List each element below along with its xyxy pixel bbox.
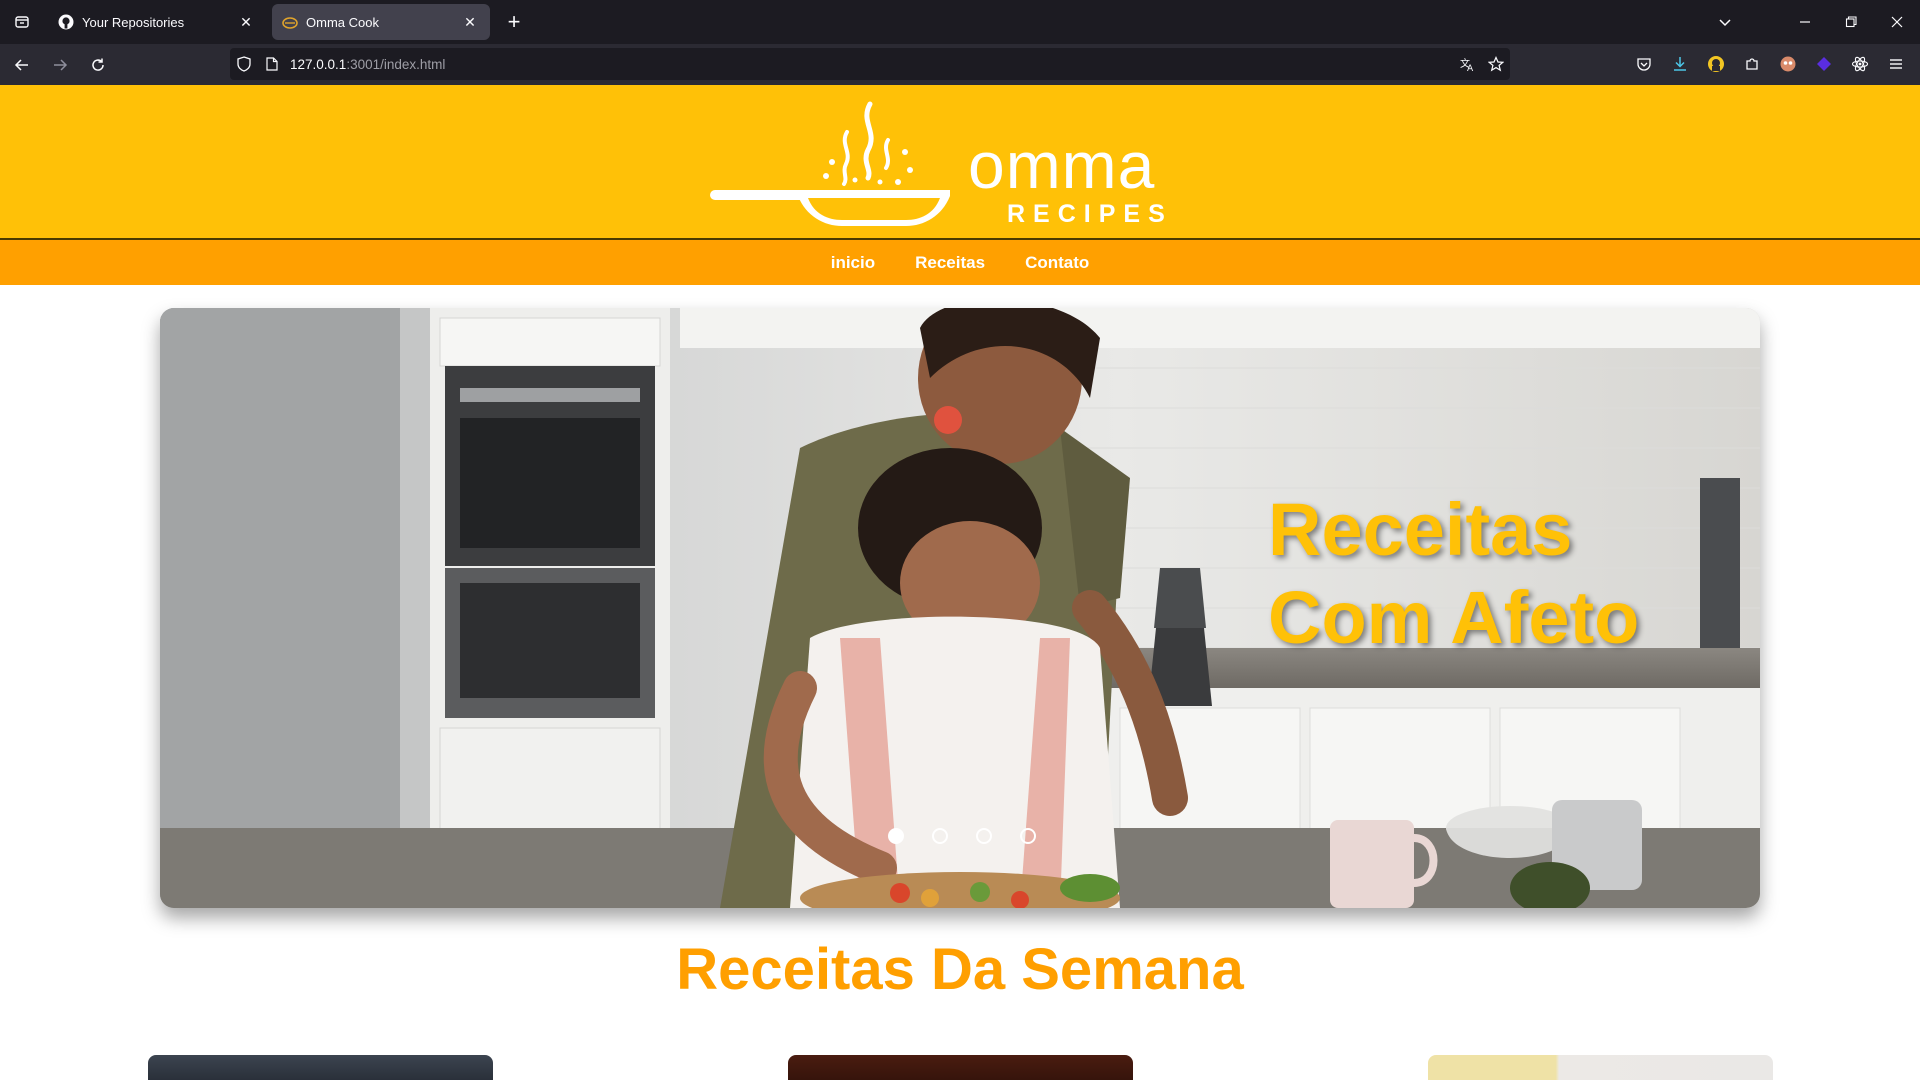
chevron-down-icon[interactable] — [1702, 0, 1748, 44]
browser-toolbar-right — [1626, 48, 1914, 80]
extension-face-icon[interactable] — [1770, 48, 1806, 80]
omma-cook-favicon — [282, 14, 298, 30]
tab-omma-cook[interactable]: Omma Cook ✕ — [272, 4, 490, 40]
forward-arrow-icon[interactable] — [44, 49, 76, 81]
close-tab-icon[interactable]: ✕ — [460, 12, 480, 32]
back-arrow-icon[interactable] — [6, 49, 38, 81]
web-page: omma RECIPES inicio Receitas Contato Rec… — [0, 85, 1920, 1080]
url-text[interactable]: 127.0.0.1:3001/index.html — [290, 57, 445, 72]
shield-icon[interactable] — [230, 48, 258, 80]
tab-title: Omma Cook — [306, 14, 379, 30]
new-tab-icon[interactable]: + — [498, 6, 530, 38]
pocket-icon[interactable] — [1626, 48, 1662, 80]
section-title-receitas-da-semana: Receitas Da Semana — [676, 937, 1244, 1002]
carousel-dot-1[interactable] — [888, 828, 904, 844]
translate-icon[interactable]: 文A — [1454, 48, 1482, 80]
hero-title: Receitas Com Afeto — [1268, 486, 1639, 662]
hero-title-line2: Com Afeto — [1268, 576, 1640, 659]
omma-recipes-logo[interactable]: omma RECIPES — [710, 92, 1210, 232]
carousel-dot-2[interactable] — [932, 828, 948, 844]
site-nav: inicio Receitas Contato — [0, 240, 1920, 285]
carousel-indicators — [888, 828, 1036, 844]
nav-link-inicio[interactable]: inicio — [831, 253, 875, 273]
reload-icon[interactable] — [82, 49, 114, 81]
github-icon — [58, 14, 74, 30]
recipe-card-2[interactable] — [788, 1055, 1133, 1080]
extension-avatar-icon[interactable] — [1698, 48, 1734, 80]
nav-link-receitas[interactable]: Receitas — [915, 253, 985, 273]
tab-list-icon[interactable] — [4, 4, 40, 40]
url-path: :3001/index.html — [346, 56, 446, 72]
carousel-dot-4[interactable] — [1020, 828, 1036, 844]
hero-title-line1: Receitas — [1268, 488, 1573, 571]
browser-tab-bar: Your Repositories ✕ Omma Cook ✕ + — [0, 0, 1920, 44]
logo-subtitle: RECIPES — [1007, 199, 1173, 228]
minimize-icon[interactable] — [1782, 0, 1828, 44]
download-icon[interactable] — [1662, 48, 1698, 80]
hamburger-menu-icon[interactable] — [1878, 48, 1914, 80]
pan-steam-icon — [710, 101, 950, 226]
carousel-dot-3[interactable] — [976, 828, 992, 844]
url-host: 127.0.0.1 — [290, 56, 347, 72]
tab-title: Your Repositories — [82, 14, 185, 30]
nav-link-contato[interactable]: Contato — [1025, 253, 1089, 273]
extensions-puzzle-icon[interactable] — [1734, 48, 1770, 80]
bookmark-star-icon[interactable] — [1482, 48, 1510, 80]
page-icon[interactable] — [258, 48, 286, 80]
close-tab-icon[interactable]: ✕ — [236, 12, 256, 32]
address-bar[interactable]: 127.0.0.1:3001/index.html 文A — [230, 48, 1510, 80]
svg-text:A: A — [1467, 64, 1474, 72]
close-window-icon[interactable] — [1874, 0, 1920, 44]
site-header: omma RECIPES — [0, 85, 1920, 240]
logo-wordmark: omma — [968, 127, 1156, 202]
hero-carousel[interactable]: Receitas Com Afeto — [160, 308, 1760, 908]
browser-nav-bar: 127.0.0.1:3001/index.html 文A — [0, 44, 1920, 85]
restore-icon[interactable] — [1828, 0, 1874, 44]
react-devtools-icon[interactable] — [1842, 48, 1878, 80]
tab-your-repositories[interactable]: Your Repositories ✕ — [48, 4, 266, 40]
extension-gem-icon[interactable] — [1806, 48, 1842, 80]
recipe-card-1[interactable] — [148, 1055, 493, 1080]
recipe-card-3[interactable] — [1428, 1055, 1773, 1080]
